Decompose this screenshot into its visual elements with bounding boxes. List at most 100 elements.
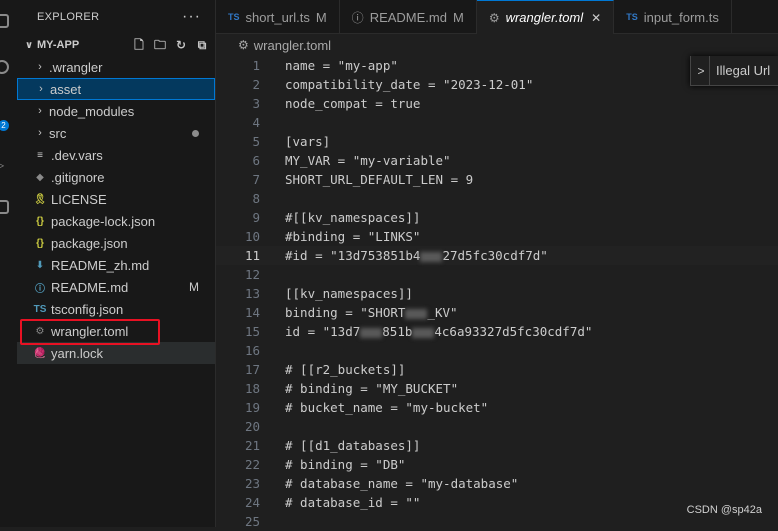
code-text: SHORT_URL_DEFAULT_LEN = 9 xyxy=(285,172,473,187)
activity-bar: ▷ 2 xyxy=(0,0,18,527)
project-section-header[interactable]: ∨ MY-APP 🗋 🗀 ↻ ⧉ xyxy=(17,34,215,56)
explorer-title: EXPLORER xyxy=(37,11,100,23)
tree-item-label: yarn.lock xyxy=(51,345,104,361)
code-segment: 851b xyxy=(382,324,413,339)
code-text: [vars] xyxy=(285,134,330,149)
tab-short-url-ts[interactable]: TS short_url.ts M xyxy=(216,0,340,34)
code-text: #[[kv_namespaces]] xyxy=(285,210,420,225)
code-segment: [vars] xyxy=(285,134,331,149)
find-replace-toggle[interactable]: > xyxy=(693,56,710,85)
extensions-icon[interactable] xyxy=(0,200,9,214)
file-type-icon: ⬇ xyxy=(35,259,45,271)
line-number: 12 xyxy=(244,267,260,282)
code-text: # binding = "DB" xyxy=(285,457,405,472)
line-number: 22 xyxy=(244,457,260,472)
line-number: 10 xyxy=(244,229,260,244)
find-input[interactable]: Illegal Url xyxy=(716,63,770,78)
tree-file[interactable]: ≡ .dev.vars xyxy=(17,144,215,166)
code-text: binding = "SHORT _KV" xyxy=(285,305,458,320)
tab-input-form-ts[interactable]: TS input_form.ts xyxy=(614,0,732,34)
tree-file[interactable]: ⬇ README_zh.md xyxy=(17,254,215,276)
tab-label: README.md xyxy=(369,9,447,25)
watermark: CSDN @sp42a xyxy=(686,504,762,516)
tree-file[interactable]: {} package-lock.json xyxy=(17,210,215,232)
code-segment: name = "my-app" xyxy=(285,58,398,73)
explorer-header: EXPLORER ··· xyxy=(17,0,215,34)
tree-file[interactable]: 🧶 yarn.lock xyxy=(17,342,215,364)
chevron-right-icon: › xyxy=(39,83,43,95)
refresh-icon[interactable]: ↻ xyxy=(174,38,188,52)
new-folder-icon[interactable]: 🗀 xyxy=(153,38,167,52)
code-line: 16 xyxy=(216,341,778,360)
code-segment: # [[d1_databases]] xyxy=(285,438,421,453)
gear-icon: ⚙ xyxy=(238,38,249,52)
close-icon[interactable]: ✕ xyxy=(591,11,601,25)
code-text: #id = "13d753851b4 27d5fc30cdf7d" xyxy=(285,248,548,263)
tree-file[interactable]: ⓘ README.md M xyxy=(17,276,215,298)
code-line: 22 # binding = "DB" xyxy=(216,455,778,474)
find-widget[interactable]: > Illegal Url xyxy=(690,56,778,86)
code-line: 12 xyxy=(216,265,778,284)
tab-readme-md[interactable]: ⓘ README.md M xyxy=(340,0,477,34)
typescript-icon: TS xyxy=(228,12,240,22)
redaction-blur xyxy=(360,327,383,338)
file-type-icon: ≡ xyxy=(37,149,43,161)
tab-label: wrangler.toml xyxy=(505,10,584,25)
code-text: MY_VAR = "my-variable" xyxy=(285,153,451,168)
files-icon[interactable] xyxy=(0,14,9,28)
code-segment: #[[kv_namespaces]] xyxy=(285,210,421,225)
tree-folder[interactable]: › asset xyxy=(17,78,215,100)
chevron-down-icon: ∨ xyxy=(24,39,34,51)
code-segment: # database_id = "" xyxy=(285,495,421,510)
tree-folder[interactable]: › src xyxy=(17,122,215,144)
source-control-badge: 2 xyxy=(0,120,9,131)
tree-file[interactable]: TS tsconfig.json xyxy=(17,298,215,320)
file-type-icon: ⚙ xyxy=(35,325,45,337)
file-tree: › .wrangler › asset › node_modules › src ≡ .dev.v… xyxy=(17,56,215,364)
code-segment: MY_VAR = "my-variable" xyxy=(285,153,451,168)
file-type-icon: {} xyxy=(36,215,44,227)
file-type-icon: 🧶 xyxy=(33,347,47,359)
tree-file[interactable]: {} package.json xyxy=(17,232,215,254)
collapse-all-icon[interactable]: ⧉ xyxy=(195,38,209,52)
tree-item-label: README_zh.md xyxy=(51,257,150,273)
tree-folder[interactable]: › node_modules xyxy=(17,100,215,122)
file-type-icon: TS xyxy=(33,303,47,315)
line-number: 9 xyxy=(252,210,260,225)
more-actions-icon[interactable]: ··· xyxy=(182,8,201,26)
new-file-icon[interactable]: 🗋 xyxy=(132,38,146,52)
line-number: 14 xyxy=(244,305,260,320)
tree-item-label: tsconfig.json xyxy=(51,301,124,317)
code-line: 20 xyxy=(216,417,778,436)
line-number: 3 xyxy=(252,96,260,111)
search-icon[interactable] xyxy=(0,60,9,74)
tab-label: short_url.ts xyxy=(245,9,310,25)
code-segment: # bucket_name = "my-bucket" xyxy=(285,400,489,415)
code-line: 3 node_compat = true xyxy=(216,94,778,113)
line-number: 2 xyxy=(252,77,260,92)
code-line: 23 # database_name = "my-database" xyxy=(216,474,778,493)
line-number: 15 xyxy=(244,324,260,339)
gear-icon: ⚙ xyxy=(488,10,500,25)
info-icon: ⓘ xyxy=(351,10,364,25)
code-editor[interactable]: 1 name = "my-app" 2 compatibility_date = "2… xyxy=(216,56,778,529)
redaction-blur xyxy=(412,327,435,338)
code-text: # database_name = "my-database" xyxy=(285,476,518,491)
line-number: 5 xyxy=(252,134,260,149)
breadcrumb-file[interactable]: wrangler.toml xyxy=(254,38,331,53)
code-line: 15 id = "13d7 851b 4c6a93327d5fc30cdf7d" xyxy=(216,322,778,341)
line-number: 8 xyxy=(252,191,260,206)
tab-wrangler-toml[interactable]: ⚙ wrangler.toml ✕ xyxy=(476,0,615,34)
tree-file[interactable]: ◆ .gitignore xyxy=(17,166,215,188)
line-number: 17 xyxy=(244,362,260,377)
run-debug-icon[interactable]: ▷ xyxy=(0,158,9,172)
tree-folder[interactable]: › .wrangler xyxy=(17,56,215,78)
chevron-right-icon: › xyxy=(38,61,42,73)
tree-file[interactable]: 🎗 LICENSE xyxy=(17,188,215,210)
code-text: node_compat = true xyxy=(285,96,420,111)
code-segment: # [[r2_buckets]] xyxy=(285,362,406,377)
code-segment: 27d5fc30cdf7d" xyxy=(442,248,548,263)
code-segment: # binding = "DB" xyxy=(285,457,406,472)
tree-file[interactable]: ⚙ wrangler.toml xyxy=(17,320,215,342)
tree-item-label: LICENSE xyxy=(51,191,107,207)
